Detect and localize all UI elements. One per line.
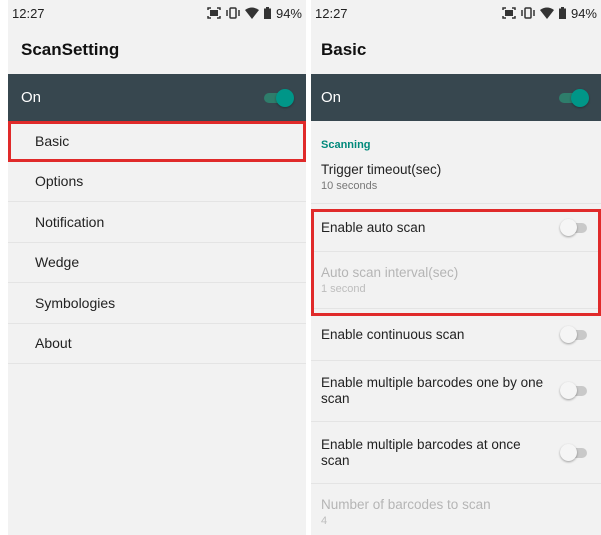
pref-title: Enable continuous scan (321, 326, 465, 342)
pref-multiple-barcodes-one-by-one[interactable]: Enable multiple barcodes one by one scan (311, 361, 601, 422)
pref-summary: 1 second (321, 283, 366, 295)
page-title: Basic (311, 26, 601, 74)
menu-item-options[interactable]: Options (8, 162, 306, 202)
pref-summary: 10 seconds (321, 180, 378, 192)
pref-title: Enable multiple barcodes one by one scan (321, 375, 544, 406)
settings-menu: Basic Options Notification Wedge Symbolo… (8, 121, 306, 364)
status-bar: 12:27 94% (8, 0, 306, 26)
pref-title: Auto scan interval(sec) (321, 265, 459, 280)
master-switch-bar[interactable]: On (8, 74, 306, 121)
continuous-scan-toggle[interactable] (560, 325, 587, 343)
wifi-icon (244, 7, 259, 19)
on-label: On (21, 89, 42, 106)
pref-auto-scan-interval: Auto scan interval(sec) 1 second (311, 252, 601, 309)
battery-icon (263, 7, 271, 19)
pref-number-of-barcodes: Number of barcodes to scan 4 (311, 484, 601, 535)
status-bar: 12:27 94% (311, 0, 601, 26)
pref-enable-continuous-scan[interactable]: Enable continuous scan (311, 309, 601, 361)
master-toggle[interactable] (264, 88, 294, 107)
basic-settings-screen: 12:27 94% Basic On Scanning Trigger time… (311, 0, 601, 535)
pref-enable-auto-scan[interactable]: Enable auto scan (311, 204, 601, 252)
app-title: ScanSetting (8, 26, 306, 74)
menu-item-wedge[interactable]: Wedge (8, 243, 306, 283)
section-header-scanning: Scanning (321, 139, 371, 151)
battery-percent: 94% (275, 5, 302, 21)
pref-trigger-timeout[interactable]: Trigger timeout(sec) 10 seconds (311, 151, 601, 204)
battery-icon (558, 7, 566, 19)
scansetting-screen: 12:27 94% ScanSetting On Basic Options N… (8, 0, 306, 535)
master-toggle[interactable] (559, 88, 589, 107)
vibrate-icon (226, 7, 240, 19)
pref-summary: 4 (321, 515, 328, 527)
status-time: 12:27 (12, 5, 45, 21)
scanner-icon (207, 7, 221, 19)
menu-item-about[interactable]: About (8, 324, 306, 364)
battery-percent: 94% (570, 5, 597, 21)
pref-title: Trigger timeout(sec) (321, 162, 442, 177)
vibrate-icon (521, 7, 535, 19)
scanner-icon (502, 7, 516, 19)
auto-scan-toggle[interactable] (560, 218, 587, 236)
pref-title: Enable auto scan (321, 219, 426, 235)
master-switch-bar[interactable]: On (311, 74, 601, 121)
multi-one-by-one-toggle[interactable] (560, 382, 587, 399)
menu-item-symbologies[interactable]: Symbologies (8, 283, 306, 324)
pref-multiple-barcodes-at-once[interactable]: Enable multiple barcodes at once scan (311, 422, 601, 484)
wifi-icon (539, 7, 554, 19)
menu-item-notification[interactable]: Notification (8, 202, 306, 243)
on-label: On (321, 89, 342, 106)
pref-title: Enable multiple barcodes at once scan (321, 436, 521, 468)
pref-title: Number of barcodes to scan (321, 497, 491, 512)
status-time: 12:27 (315, 5, 348, 21)
menu-item-basic[interactable]: Basic (8, 121, 306, 162)
multi-at-once-toggle[interactable] (560, 443, 587, 461)
